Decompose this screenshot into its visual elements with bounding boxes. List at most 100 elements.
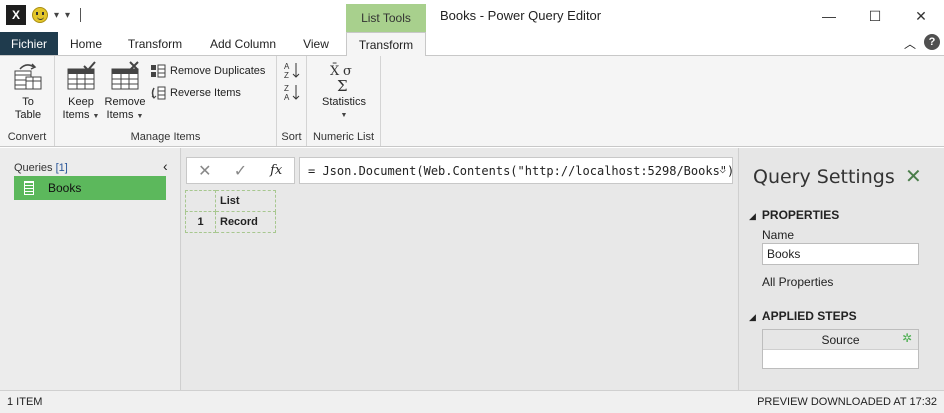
applied-steps-label: APPLIED STEPS <box>761 309 857 323</box>
table-row: 1 Record <box>185 211 276 233</box>
expand-formula-icon[interactable]: ⌵ <box>719 163 726 176</box>
properties-collapse-icon: ◢ <box>749 211 756 221</box>
query-name-value: Books <box>767 247 801 261</box>
statistics-dropdown-icon: ▼ <box>340 112 348 119</box>
grid-corner[interactable] <box>185 190 216 212</box>
remove-duplicates-button[interactable]: Remove Duplicates <box>150 64 265 78</box>
group-numeric-list: X̄ σ Σ Statistics ▼ Numeric List <box>307 56 381 146</box>
customize-qat-icon[interactable]: ▾ <box>65 10 70 21</box>
step-settings-gear-icon[interactable]: ✲ <box>902 331 912 345</box>
query-item-books[interactable]: Books <box>14 176 166 200</box>
grid-header-row: List <box>185 190 276 212</box>
ribbon-tab-bar: Fichier Home Transform Add Column View T… <box>0 32 944 56</box>
to-table-icon <box>12 60 44 94</box>
smiley-feedback-icon[interactable] <box>32 7 48 23</box>
group-convert: To Table Convert <box>0 56 55 146</box>
status-bar: 1 ITEM PREVIEW DOWNLOADED AT 17:32 <box>0 390 944 413</box>
sort-descending-icon: Z A <box>284 84 300 101</box>
keep-items-button[interactable]: Keep Items ▼ <box>61 60 101 123</box>
remove-items-label-1: Remove <box>104 96 146 108</box>
step-source[interactable]: Source ✲ <box>763 330 918 350</box>
tab-list-transform[interactable]: Transform <box>346 32 426 56</box>
to-table-label-1: To <box>22 96 34 108</box>
sort-ascending-button[interactable]: A Z <box>284 61 300 79</box>
group-label-numeric-list: Numeric List <box>312 131 375 143</box>
sort-descending-button[interactable]: Z A <box>284 83 300 101</box>
title-bar: X ▾ ▾ List Tools Books - Power Query Edi… <box>0 0 944 32</box>
status-item-count: 1 ITEM <box>7 396 43 408</box>
maximize-button[interactable]: ☐ <box>852 0 898 32</box>
svg-text:Z: Z <box>284 71 289 79</box>
formula-text: = Json.Document(Web.Contents("http://loc… <box>308 163 733 178</box>
context-tab-list-tools: List Tools <box>346 4 426 32</box>
ribbon: To Table Convert Keep Items ▼ Remove Ite… <box>0 55 944 147</box>
fx-insert-button[interactable]: fx <box>258 163 294 178</box>
properties-section-header[interactable]: ◢ PROPERTIES <box>749 208 839 222</box>
svg-text:Z: Z <box>284 84 289 93</box>
quick-access-toolbar: X ▾ ▾ <box>6 5 82 25</box>
qat-separator <box>80 8 82 22</box>
group-label-convert: Convert <box>7 131 47 143</box>
group-label-sort: Sort <box>281 131 302 143</box>
applied-steps-section-header[interactable]: ◢ APPLIED STEPS <box>749 309 857 323</box>
tab-file[interactable]: Fichier <box>0 32 58 55</box>
applied-steps-collapse-icon: ◢ <box>749 312 756 322</box>
sort-ascending-icon: A Z <box>284 62 300 79</box>
tab-view[interactable]: View <box>296 32 336 55</box>
keep-items-label-2: Items <box>62 109 90 121</box>
remove-items-label-2: Items <box>106 109 134 121</box>
tab-transform[interactable]: Transform <box>122 32 188 55</box>
all-properties-link[interactable]: All Properties <box>762 275 833 289</box>
reverse-items-icon <box>151 86 166 100</box>
query-item-label: Books <box>48 181 82 195</box>
group-label-manage-items: Manage Items <box>130 131 201 143</box>
collapse-ribbon-icon[interactable]: ︿ <box>904 35 916 52</box>
to-table-button[interactable]: To Table <box>8 60 48 122</box>
statistics-icon: X̄ σ Σ <box>328 60 360 94</box>
window-title: Books - Power Query Editor <box>440 8 602 23</box>
row-number: 1 <box>185 211 216 233</box>
formula-input[interactable]: = Json.Document(Web.Contents("http://loc… <box>299 157 733 184</box>
step-source-label: Source <box>821 332 860 347</box>
list-query-icon <box>24 181 34 195</box>
status-preview-time: PREVIEW DOWNLOADED AT 17:32 <box>757 396 937 408</box>
group-sort: A Z Z A Sort <box>277 56 307 146</box>
remove-duplicates-label: Remove Duplicates <box>170 65 266 77</box>
reverse-items-button[interactable]: Reverse Items <box>150 86 241 100</box>
tab-add-column[interactable]: Add Column <box>204 32 282 55</box>
tab-home[interactable]: Home <box>64 32 108 55</box>
data-grid: List 1 Record <box>185 190 276 233</box>
minimize-button[interactable]: — <box>806 0 852 32</box>
close-settings-icon[interactable]: ✕ <box>905 164 922 189</box>
keep-items-icon <box>65 60 97 94</box>
svg-text:Σ: Σ <box>337 77 348 93</box>
excel-app-icon[interactable]: X <box>6 5 26 25</box>
svg-text:A: A <box>284 62 290 71</box>
keep-items-dropdown-icon: ▼ <box>92 113 100 120</box>
to-table-label-2: Table <box>14 109 42 121</box>
svg-text:A: A <box>284 93 290 101</box>
queries-header: Queries [1] <box>14 162 68 174</box>
close-window-button[interactable]: ✕ <box>898 0 944 32</box>
smiley-dropdown-icon[interactable]: ▾ <box>54 10 59 21</box>
query-name-field[interactable]: Books <box>762 243 919 265</box>
cancel-formula-button[interactable]: ✕ <box>187 161 223 181</box>
name-label: Name <box>762 228 795 242</box>
remove-duplicates-icon <box>151 64 166 78</box>
reverse-items-label: Reverse Items <box>170 87 241 99</box>
remove-items-icon <box>109 60 141 94</box>
data-preview-pane: ✕ ✓ fx = Json.Document(Web.Contents("htt… <box>182 148 737 390</box>
column-header-list[interactable]: List <box>215 190 276 212</box>
applied-steps-list: Source ✲ <box>762 329 919 369</box>
collapse-queries-icon[interactable]: ‹ <box>163 158 168 174</box>
commit-formula-button[interactable]: ✓ <box>223 161 259 181</box>
grid-cell-record[interactable]: Record <box>215 211 276 233</box>
remove-items-dropdown-icon: ▼ <box>136 113 144 120</box>
properties-label: PROPERTIES <box>761 208 840 222</box>
help-button[interactable]: ? <box>924 34 940 50</box>
main-area: Queries [1] ‹ Books ✕ ✓ fx = Json.Docume… <box>0 148 944 390</box>
statistics-label: Statistics <box>321 96 366 108</box>
remove-items-button[interactable]: Remove Items ▼ <box>103 60 147 123</box>
statistics-button[interactable]: X̄ σ Σ Statistics ▼ <box>313 60 375 122</box>
queries-count: [1] <box>55 162 68 174</box>
